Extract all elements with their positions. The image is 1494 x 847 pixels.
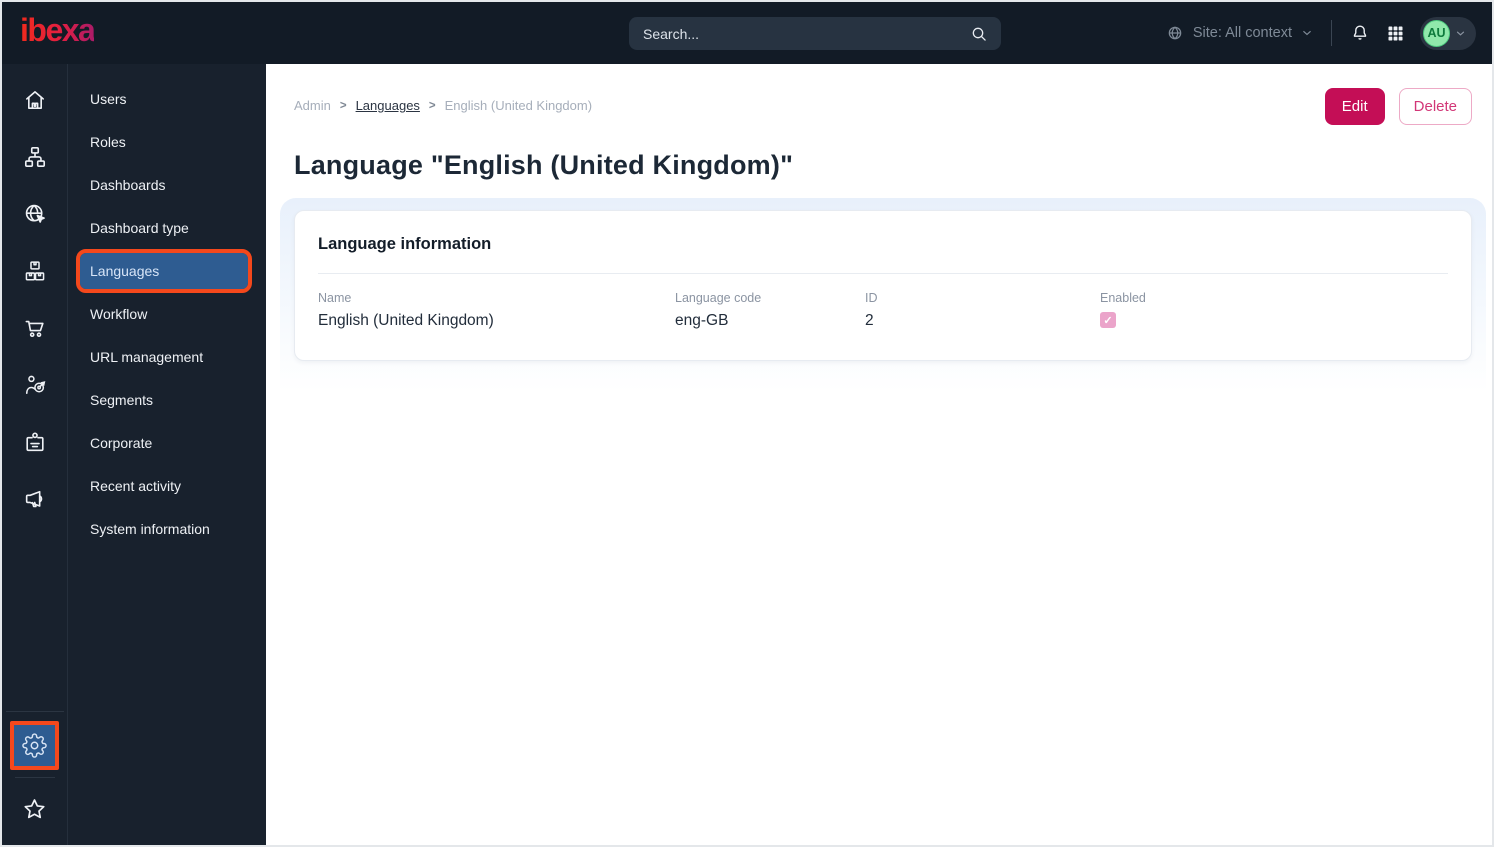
search-input[interactable] (643, 25, 969, 42)
enabled-checkbox (1100, 312, 1116, 328)
card-title: Language information (318, 235, 492, 253)
page-actions: Edit Delete (1324, 88, 1472, 125)
user-menu[interactable]: AU (1420, 16, 1476, 50)
field-enabled: Enabled (1100, 291, 1146, 330)
content-band: Language information Name English (Unite… (280, 198, 1486, 426)
breadcrumb-separator: > (428, 99, 436, 112)
breadcrumb-current: English (United Kingdom) (444, 98, 593, 113)
delete-button[interactable]: Delete (1398, 88, 1472, 125)
field-label: Language code (675, 291, 762, 305)
sidebar-item-system-information[interactable]: System information (80, 511, 248, 547)
marketing-megaphone-icon[interactable] (13, 477, 57, 521)
avatar[interactable]: AU (1423, 19, 1450, 47)
rail-divider (14, 777, 55, 778)
page-title: Language "English (United Kingdom)" (294, 150, 794, 180)
sidebar-item-segments[interactable]: Segments (80, 382, 248, 418)
field-value: 2 (865, 312, 874, 329)
settings-gear-icon[interactable] (22, 733, 47, 758)
chevron-down-icon (1300, 26, 1314, 40)
main-content: Admin > Languages > English (United King… (266, 64, 1492, 845)
sidebar-item-users[interactable]: Users (80, 81, 248, 117)
sidebar-item-workflow[interactable]: Workflow (80, 296, 248, 332)
language-information-card: Language information Name English (Unite… (294, 210, 1472, 361)
sidebar-item-corporate[interactable]: Corporate (80, 425, 248, 461)
chevron-down-icon (1454, 27, 1467, 40)
card-divider (318, 273, 1448, 274)
app-window: ibexa Site: All context (0, 0, 1494, 847)
topbar-divider (1331, 20, 1332, 46)
field-label: Enabled (1100, 291, 1146, 305)
sidebar-item-dashboards[interactable]: Dashboards (80, 167, 248, 203)
settings-annotation-highlight (10, 721, 59, 770)
sidebar-item-roles[interactable]: Roles (80, 124, 248, 160)
site-context-selector[interactable]: Site: All context (1165, 23, 1314, 43)
icon-rail-bottom (5, 707, 64, 831)
personalization-icon[interactable] (13, 363, 57, 407)
topbar-right: Site: All context AU (1165, 16, 1476, 50)
field-value: English (United Kingdom) (318, 312, 494, 329)
field-value: eng-GB (675, 312, 729, 329)
notifications-bell-icon[interactable] (1349, 22, 1371, 44)
site-globe-icon[interactable] (13, 192, 57, 236)
icon-rail (2, 64, 68, 845)
sidebar-item-dashboard-type[interactable]: Dashboard type (80, 210, 248, 246)
search-icon[interactable] (969, 24, 989, 44)
topbar: ibexa Site: All context (2, 2, 1492, 64)
product-catalog-icon[interactable] (13, 249, 57, 293)
field-id: ID 2 (865, 291, 1100, 330)
admin-sidebar: Users Roles Dashboards Dashboard type La… (68, 64, 266, 845)
field-label: ID (865, 291, 878, 305)
breadcrumb: Admin > Languages > English (United King… (294, 98, 592, 113)
field-language-code: Language code eng-GB (675, 291, 865, 330)
commerce-cart-icon[interactable] (13, 306, 57, 350)
globe-icon (1165, 23, 1185, 43)
content-tree-icon[interactable] (13, 135, 57, 179)
sidebar-item-recent-activity[interactable]: Recent activity (80, 468, 248, 504)
app-grid-icon[interactable] (1385, 23, 1406, 44)
sidebar-item-url-management[interactable]: URL management (80, 339, 248, 375)
home-icon[interactable] (13, 78, 57, 122)
bookmarks-star-icon[interactable] (13, 787, 57, 831)
edit-button[interactable]: Edit (1324, 88, 1385, 125)
rail-divider (5, 711, 64, 712)
site-context-label: Site: All context (1192, 25, 1292, 41)
customer-portal-icon[interactable] (13, 420, 57, 464)
field-label: Name (318, 291, 352, 305)
breadcrumb-languages-link[interactable]: Languages (356, 98, 420, 113)
ibexa-logo[interactable]: ibexa (20, 14, 96, 52)
sidebar-item-languages[interactable]: Languages (76, 249, 252, 293)
breadcrumb-separator: > (339, 99, 347, 112)
field-name: Name English (United Kingdom) (318, 291, 675, 330)
breadcrumb-admin: Admin (294, 98, 331, 113)
global-search[interactable] (629, 17, 1001, 50)
